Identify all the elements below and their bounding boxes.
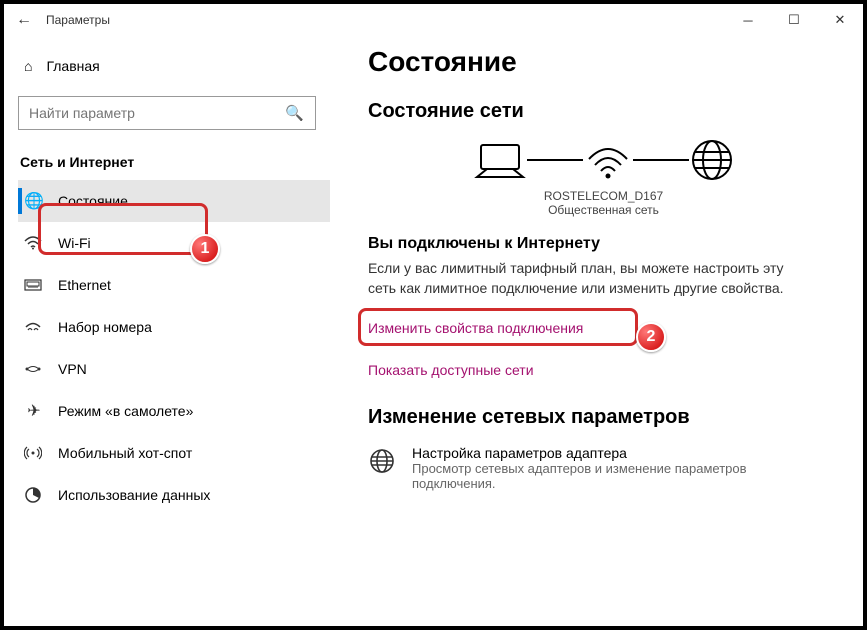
hotspot-icon xyxy=(24,445,44,461)
nav-label: Режим «в самолете» xyxy=(58,403,193,419)
home-label: Главная xyxy=(46,58,99,74)
nav-datausage[interactable]: Использование данных xyxy=(18,474,330,516)
nav-label: Мобильный хот-спот xyxy=(58,445,192,461)
nav-label: Wi-Fi xyxy=(58,235,91,251)
home-icon: ⌂ xyxy=(24,58,32,74)
wifi-signal-icon xyxy=(583,139,633,181)
sidebar: ⌂ Главная 🔍 Сеть и Интернет 🌐 Состояние … xyxy=(4,36,344,626)
back-button[interactable]: ← xyxy=(16,11,46,29)
wifi-network-type: Общественная сеть xyxy=(368,203,839,217)
connected-title: Вы подключены к Интернету xyxy=(368,235,839,253)
minimize-button[interactable]: ─ xyxy=(725,4,771,36)
nav-hotspot[interactable]: Мобильный хот-спот xyxy=(18,432,330,474)
nav-vpn[interactable]: VPN xyxy=(18,348,330,390)
category-title: Сеть и Интернет xyxy=(18,154,330,170)
link-change-connection-props[interactable]: Изменить свойства подключения xyxy=(368,314,583,342)
section-heading: Состояние сети xyxy=(368,100,839,123)
nav-label: VPN xyxy=(58,361,87,377)
adapter-icon xyxy=(368,445,396,475)
nav-airplane[interactable]: ✈ Режим «в самолете» xyxy=(18,390,330,432)
globe-icon xyxy=(689,137,735,183)
network-diagram xyxy=(368,137,839,183)
link-show-networks[interactable]: Показать доступные сети xyxy=(368,356,534,384)
section-heading: Изменение сетевых параметров xyxy=(368,406,839,429)
annotation-badge: 1 xyxy=(190,234,220,264)
option-desc: Просмотр сетевых адаптеров и изменение п… xyxy=(412,461,832,491)
maximize-button[interactable]: ☐ xyxy=(771,4,817,36)
airplane-icon: ✈ xyxy=(24,401,44,421)
search-icon: 🔍 xyxy=(285,104,304,122)
connected-desc: Если у вас лимитный тарифный план, вы мо… xyxy=(368,259,798,298)
annotation-badge: 2 xyxy=(636,322,666,352)
option-adapter-settings[interactable]: Настройка параметров адаптера Просмотр с… xyxy=(368,445,839,491)
nav-label: Ethernet xyxy=(58,277,111,293)
wifi-ssid: ROSTELECOM_D167 xyxy=(368,189,839,203)
ethernet-icon xyxy=(24,278,44,292)
nav-label: Набор номера xyxy=(58,319,152,335)
nav-ethernet[interactable]: Ethernet xyxy=(18,264,330,306)
nav-label: Состояние xyxy=(58,193,128,209)
content-pane: Состояние Состояние сети ROSTELECOM xyxy=(344,36,863,626)
nav-dialup[interactable]: Набор номера xyxy=(18,306,330,348)
nav-label: Использование данных xyxy=(58,487,210,503)
datausage-icon xyxy=(24,486,44,504)
nav-status[interactable]: 🌐 Состояние xyxy=(18,180,330,222)
close-button[interactable]: ✕ xyxy=(817,4,863,36)
wifi-icon xyxy=(24,236,44,250)
status-icon: 🌐 xyxy=(24,191,44,211)
home-nav[interactable]: ⌂ Главная xyxy=(18,46,330,86)
nav-wifi[interactable]: Wi-Fi xyxy=(18,222,330,264)
device-icon xyxy=(473,139,527,181)
dialup-icon xyxy=(24,320,44,334)
option-title: Настройка параметров адаптера xyxy=(412,445,832,461)
search-input[interactable] xyxy=(18,96,316,130)
window-title: Параметры xyxy=(46,13,725,27)
vpn-icon xyxy=(24,362,44,376)
page-heading: Состояние xyxy=(368,46,839,78)
